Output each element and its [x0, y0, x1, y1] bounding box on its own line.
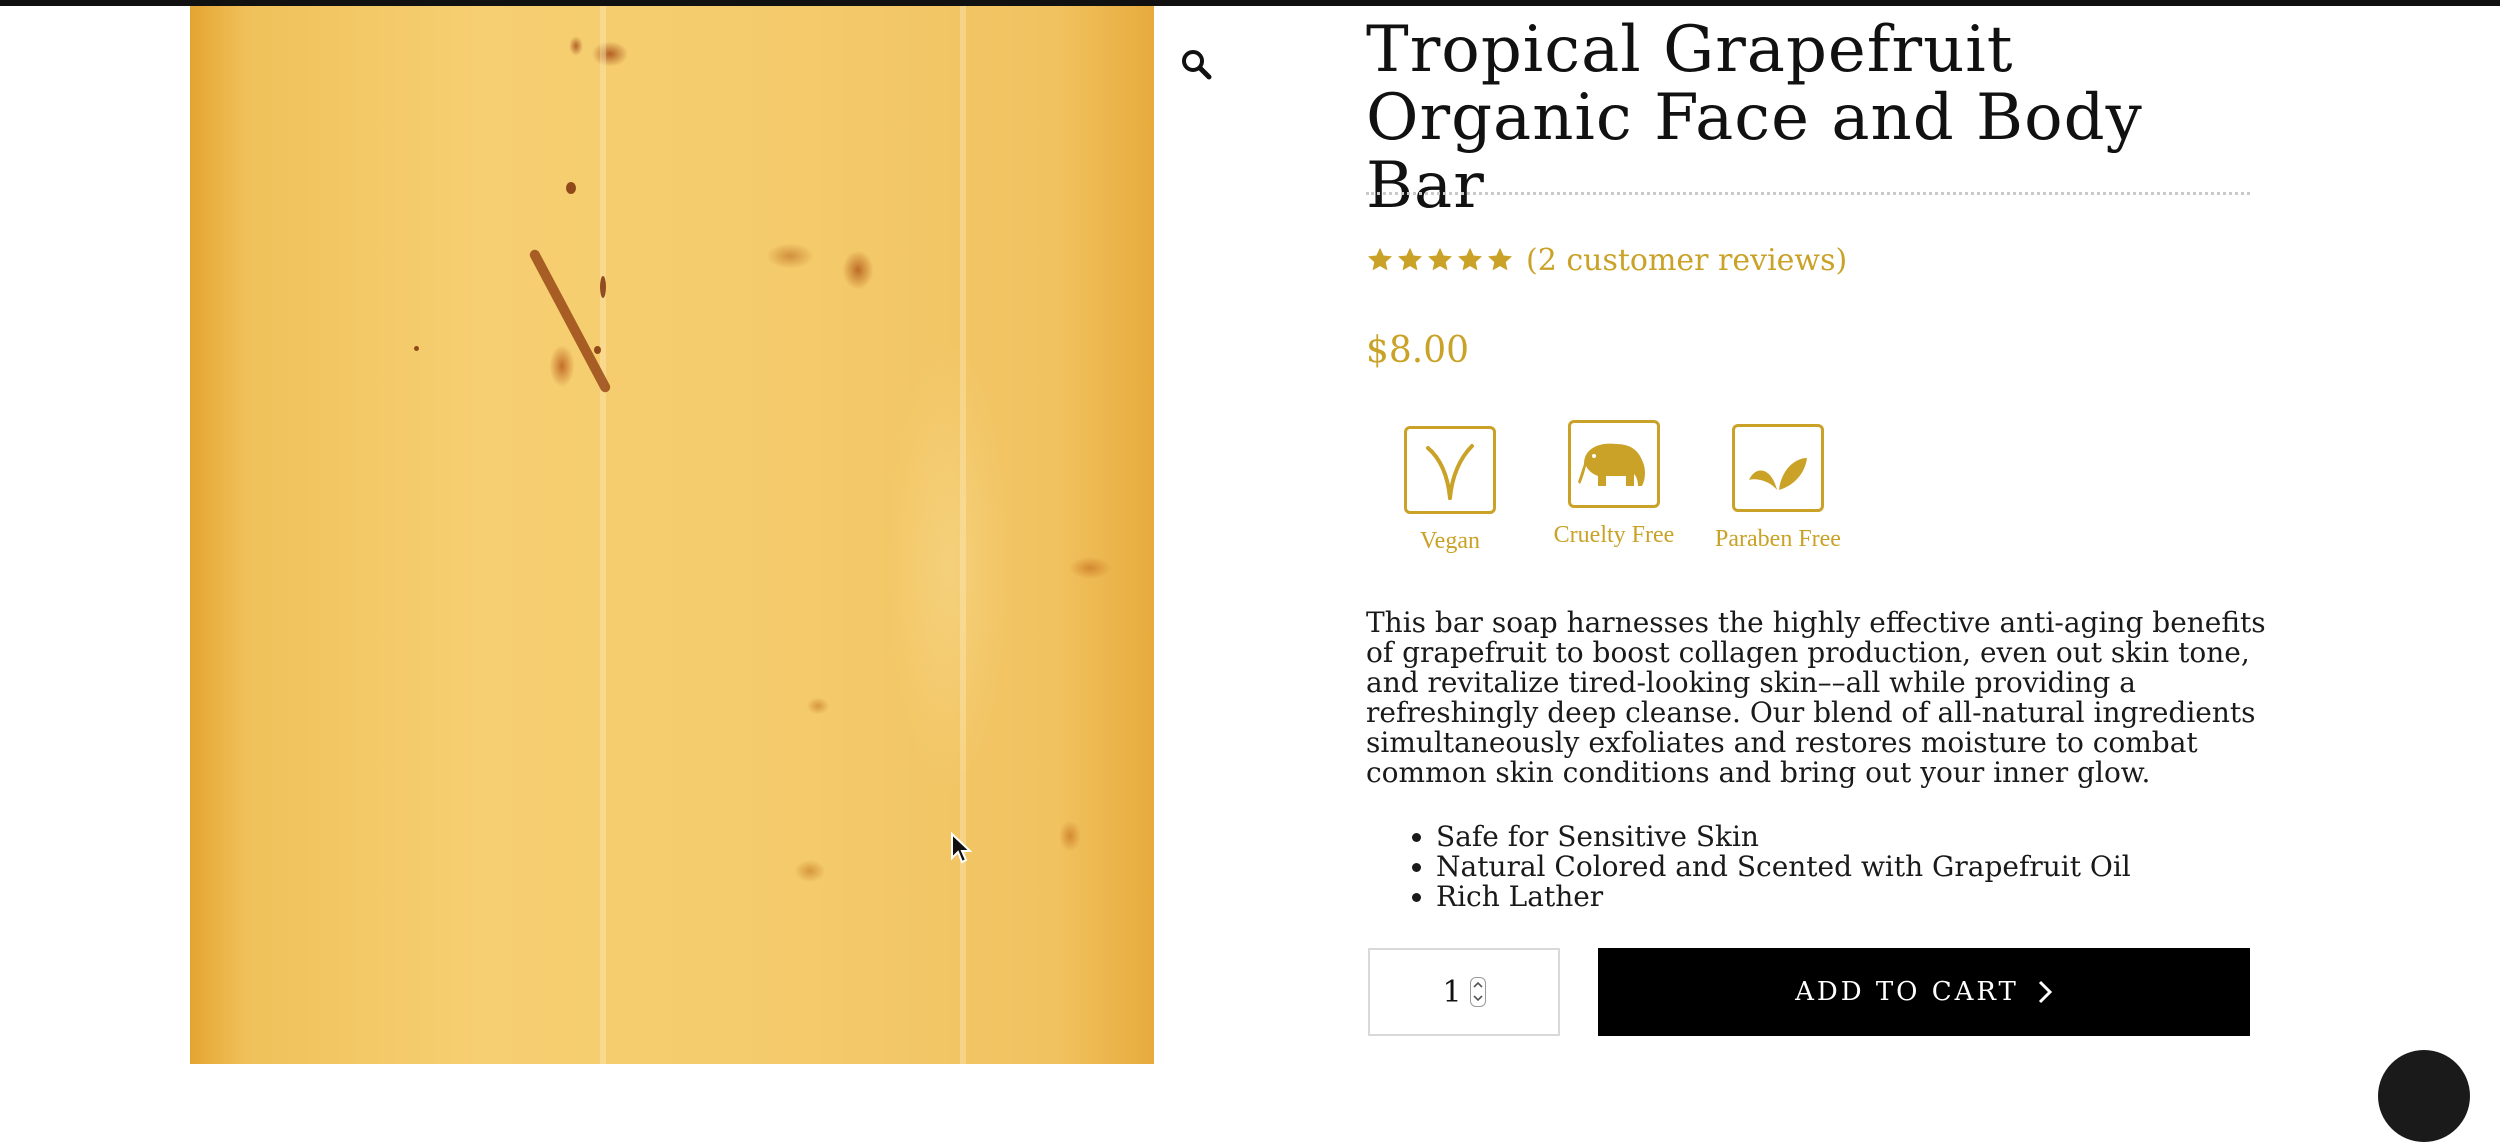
soap-speck: [600, 276, 606, 298]
badge-box: [1732, 424, 1824, 512]
badge-cruelty-free: Cruelty Free: [1544, 420, 1684, 550]
product-description: This bar soap harnesses the highly effec…: [1366, 606, 2266, 789]
magnifier-icon: [1182, 50, 1212, 80]
soap-speck: [414, 346, 419, 351]
star-icon: [1397, 247, 1423, 271]
customer-reviews-link[interactable]: (2 customer reviews): [1526, 243, 1847, 278]
feature-item: Safe for Sensitive Skin: [1436, 822, 2131, 852]
zoom-button[interactable]: [1176, 44, 1216, 84]
star-icon: [1457, 247, 1483, 271]
quantity-value: 1: [1442, 974, 1462, 1010]
add-to-cart-button[interactable]: ADD TO CART: [1598, 948, 2250, 1036]
product-price: $8.00: [1366, 330, 1470, 371]
chevron-down-icon[interactable]: [1472, 993, 1483, 1003]
badge-box: [1568, 420, 1660, 508]
soap-texture: [960, 6, 966, 1064]
feature-item: Rich Lather: [1436, 882, 2131, 912]
chevron-right-icon: [2037, 979, 2053, 1005]
star-rating: [1366, 246, 1514, 274]
sprout-icon: [1426, 444, 1474, 500]
soap-speck: [594, 346, 601, 354]
product-image[interactable]: [190, 6, 1154, 1064]
badge-label: Vegan: [1420, 528, 1480, 554]
chevron-up-icon[interactable]: [1472, 980, 1483, 990]
star-icon: [1487, 247, 1513, 271]
star-icon: [1427, 247, 1453, 271]
badge-box: [1404, 426, 1496, 514]
badge-label: Paraben Free: [1715, 526, 1841, 552]
add-to-cart-label: ADD TO CART: [1795, 977, 2019, 1007]
badge-paraben-free: Paraben Free: [1708, 424, 1848, 554]
product-title: Tropical Grapefruit Organic Face and Bod…: [1366, 13, 2143, 223]
title-divider: [1366, 192, 2250, 195]
soap-speck: [566, 182, 576, 194]
elephant-icon: [1578, 443, 1645, 486]
feature-list: Safe for Sensitive Skin Natural Colored …: [1366, 822, 2131, 912]
mouse-pointer-icon: [951, 832, 972, 864]
leaves-icon: [1749, 458, 1807, 493]
product-rating: (2 customer reviews): [1366, 240, 1847, 280]
quantity-stepper[interactable]: [1469, 977, 1486, 1007]
badge-label: Cruelty Free: [1553, 522, 1675, 548]
feature-item: Natural Colored and Scented with Grapefr…: [1436, 852, 2131, 882]
star-icon: [1367, 247, 1393, 271]
quantity-field[interactable]: 1: [1368, 948, 1560, 1036]
soap-texture: [600, 6, 606, 1064]
badge-vegan: Vegan: [1380, 426, 1520, 556]
